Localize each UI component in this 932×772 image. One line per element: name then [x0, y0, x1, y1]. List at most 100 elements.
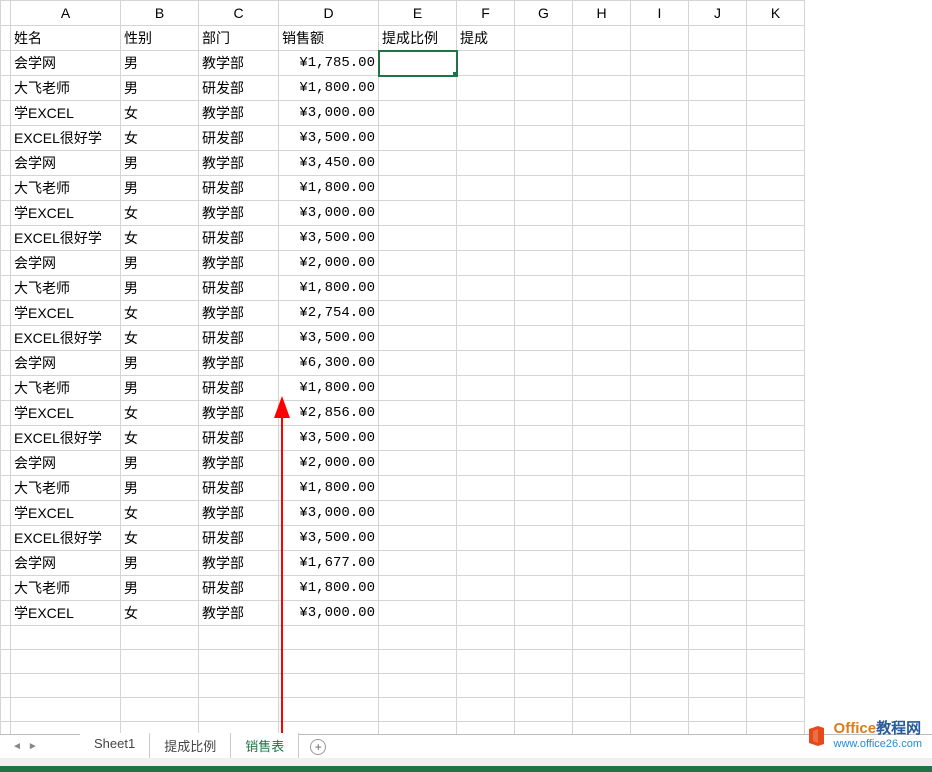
cell[interactable]	[747, 426, 805, 451]
cell[interactable]	[747, 226, 805, 251]
table-row[interactable]: EXCEL很好学女研发部¥3,500.00	[1, 126, 805, 151]
row-header[interactable]	[1, 276, 11, 301]
cell[interactable]: 部门	[199, 26, 279, 51]
cell-gender[interactable]: 女	[121, 501, 199, 526]
col-header-E[interactable]: E	[379, 1, 457, 26]
cell-name[interactable]: 会学网	[11, 351, 121, 376]
cell-gender[interactable]: 男	[121, 476, 199, 501]
cell[interactable]	[747, 576, 805, 601]
cell[interactable]	[631, 426, 689, 451]
add-sheet-button[interactable]: +	[305, 737, 331, 757]
cell[interactable]	[747, 176, 805, 201]
cell-commission[interactable]	[457, 301, 515, 326]
cell[interactable]	[573, 351, 631, 376]
table-row[interactable]: 大飞老师男研发部¥1,800.00	[1, 176, 805, 201]
cell[interactable]	[515, 401, 573, 426]
cell-ratio[interactable]	[379, 76, 457, 101]
cell[interactable]	[631, 76, 689, 101]
cell[interactable]	[379, 650, 457, 674]
cell[interactable]: 销售额	[279, 26, 379, 51]
cell-dept[interactable]: 教学部	[199, 201, 279, 226]
cell[interactable]	[689, 226, 747, 251]
cell[interactable]	[515, 126, 573, 151]
cell-name[interactable]: 学EXCEL	[11, 601, 121, 626]
cell-amount[interactable]: ¥2,754.00	[279, 301, 379, 326]
cell[interactable]	[121, 674, 199, 698]
cell-name[interactable]: 大飞老师	[11, 576, 121, 601]
cell-ratio[interactable]	[379, 576, 457, 601]
cell-ratio[interactable]	[379, 426, 457, 451]
cell[interactable]	[689, 476, 747, 501]
cell-amount[interactable]: ¥3,500.00	[279, 326, 379, 351]
cell-commission[interactable]	[457, 176, 515, 201]
cell-commission[interactable]	[457, 326, 515, 351]
cell[interactable]	[631, 476, 689, 501]
row-header[interactable]	[1, 376, 11, 401]
cell[interactable]	[199, 626, 279, 650]
cell-dept[interactable]: 教学部	[199, 601, 279, 626]
cell[interactable]	[689, 501, 747, 526]
cell-dept[interactable]: 研发部	[199, 276, 279, 301]
cell-commission[interactable]	[457, 76, 515, 101]
cell-commission[interactable]	[457, 126, 515, 151]
cell[interactable]	[689, 151, 747, 176]
cell[interactable]	[515, 326, 573, 351]
cell[interactable]	[573, 51, 631, 76]
cell[interactable]	[747, 674, 805, 698]
row-header[interactable]	[1, 26, 11, 51]
table-row[interactable]: 会学网男教学部¥2,000.00	[1, 251, 805, 276]
cell-commission[interactable]	[457, 551, 515, 576]
cell[interactable]	[631, 301, 689, 326]
cell[interactable]	[631, 626, 689, 650]
cell[interactable]	[515, 301, 573, 326]
table-row[interactable]	[1, 626, 805, 650]
row-header[interactable]	[1, 351, 11, 376]
row-header[interactable]	[1, 576, 11, 601]
row-header[interactable]	[1, 101, 11, 126]
cell-name[interactable]: 大飞老师	[11, 276, 121, 301]
cell[interactable]	[689, 76, 747, 101]
cell[interactable]	[631, 351, 689, 376]
cell-name[interactable]: 大飞老师	[11, 176, 121, 201]
cell-ratio[interactable]	[379, 101, 457, 126]
cell[interactable]	[573, 176, 631, 201]
table-row[interactable]: 学EXCEL女教学部¥3,000.00	[1, 101, 805, 126]
cell[interactable]	[689, 176, 747, 201]
row-header[interactable]	[1, 201, 11, 226]
cell[interactable]	[515, 276, 573, 301]
cell-commission[interactable]	[457, 451, 515, 476]
table-row[interactable]: 会学网男教学部¥3,450.00	[1, 151, 805, 176]
cell[interactable]	[515, 526, 573, 551]
cell[interactable]	[631, 674, 689, 698]
cell-commission[interactable]	[457, 426, 515, 451]
cell-name[interactable]: 会学网	[11, 51, 121, 76]
col-header-A[interactable]: A	[11, 1, 121, 26]
cell-name[interactable]: EXCEL很好学	[11, 526, 121, 551]
cell[interactable]	[515, 626, 573, 650]
row-header[interactable]	[1, 126, 11, 151]
table-row[interactable]: EXCEL很好学女研发部¥3,500.00	[1, 526, 805, 551]
cell[interactable]	[199, 698, 279, 722]
col-header-H[interactable]: H	[573, 1, 631, 26]
cell-gender[interactable]: 男	[121, 551, 199, 576]
col-header-B[interactable]: B	[121, 1, 199, 26]
cell[interactable]: 提成	[457, 26, 515, 51]
cell[interactable]	[689, 351, 747, 376]
table-row[interactable]	[1, 650, 805, 674]
cell-ratio[interactable]	[379, 526, 457, 551]
table-row[interactable]: 学EXCEL女教学部¥3,000.00	[1, 501, 805, 526]
cell[interactable]	[573, 601, 631, 626]
cell[interactable]	[515, 251, 573, 276]
cell[interactable]	[573, 698, 631, 722]
cell-ratio[interactable]	[379, 301, 457, 326]
cell-dept[interactable]: 研发部	[199, 326, 279, 351]
cell[interactable]	[631, 326, 689, 351]
cell[interactable]: 性别	[121, 26, 199, 51]
cell-amount[interactable]: ¥2,000.00	[279, 451, 379, 476]
row-header[interactable]	[1, 76, 11, 101]
cell[interactable]	[631, 126, 689, 151]
cell[interactable]	[747, 351, 805, 376]
cell-name[interactable]: 学EXCEL	[11, 201, 121, 226]
cell[interactable]	[515, 51, 573, 76]
cell-gender[interactable]: 女	[121, 101, 199, 126]
